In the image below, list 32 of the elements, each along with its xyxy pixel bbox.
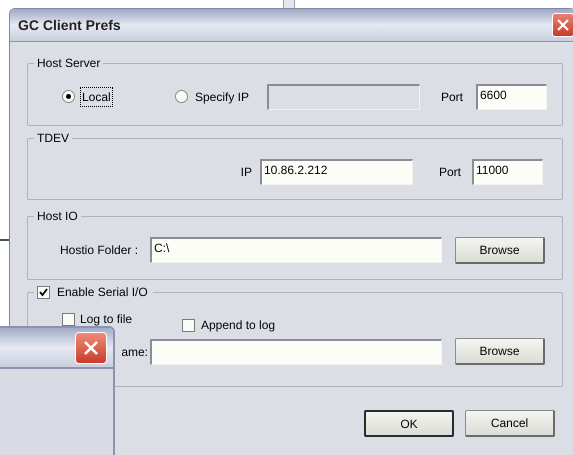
browse-button[interactable]: Browse <box>455 338 545 365</box>
file-name-label: ame: <box>120 344 149 360</box>
checkbox-label: Enable Serial I/O <box>57 284 149 300</box>
ip-field[interactable]: 10.86.2.212 <box>260 159 413 185</box>
folder-label: Hostio Folder : <box>60 242 140 259</box>
ip-label: IP <box>240 164 252 181</box>
checkbox-label: Append to log <box>201 317 276 334</box>
radio-button[interactable] <box>175 90 188 103</box>
close-button[interactable] <box>75 332 107 364</box>
checkbox-label: Log to file <box>80 313 132 326</box>
radio-button[interactable] <box>62 90 75 103</box>
radio-label: Specify IP <box>194 88 250 106</box>
folder-field[interactable]: C:\ <box>150 237 442 263</box>
close-button[interactable] <box>552 13 573 37</box>
port-label: Port <box>439 164 462 181</box>
checkbox[interactable] <box>62 313 75 326</box>
window-title: GC Client Prefs <box>18 16 121 34</box>
group-legend: Host IO <box>37 208 78 224</box>
close-icon <box>557 19 569 31</box>
port-field[interactable]: 11000 <box>472 159 543 185</box>
radio-label: Local <box>81 88 112 106</box>
group-legend: Host Server <box>37 55 100 71</box>
file-name-field[interactable] <box>150 338 442 364</box>
port-field[interactable]: 6600 <box>476 84 547 110</box>
checked-checkbox[interactable] <box>37 286 50 298</box>
cancel-button[interactable]: Cancel <box>465 410 555 437</box>
browse-button[interactable]: Browse <box>455 236 545 264</box>
port-label: Port <box>441 88 464 106</box>
group-legend: TDEV <box>37 130 70 146</box>
checkbox[interactable] <box>182 318 195 332</box>
close-icon <box>83 340 99 356</box>
ok-button[interactable]: OK <box>364 410 454 437</box>
